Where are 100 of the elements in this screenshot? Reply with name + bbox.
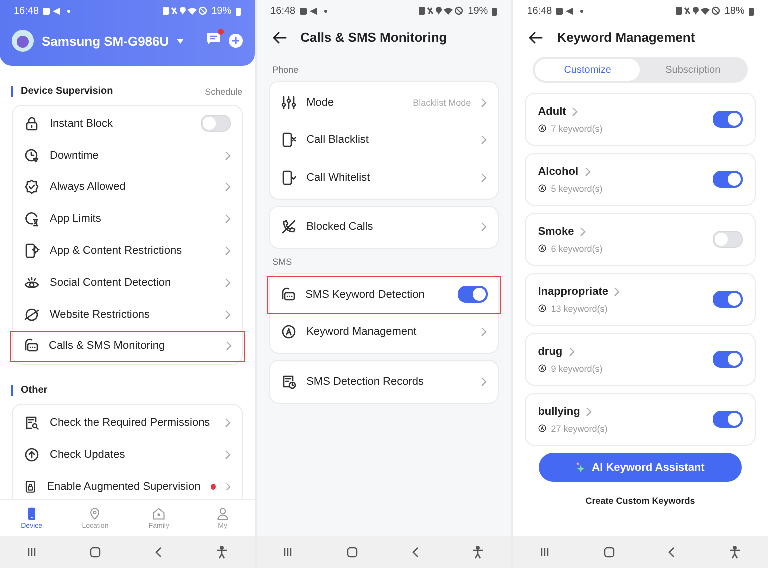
phone-gear-icon <box>24 243 40 260</box>
back-icon[interactable] <box>155 546 162 558</box>
category-name: Adult <box>538 106 566 118</box>
menu-row[interactable]: App Limits <box>13 203 242 236</box>
status-time: 16:48 <box>270 6 296 16</box>
accessibility-icon[interactable] <box>728 546 741 558</box>
keyword-count: 27 keyword(s) <box>551 424 608 434</box>
category-card[interactable]: bullying 27 keyword(s) <box>525 393 756 446</box>
location-pin-icon <box>88 506 102 520</box>
create-keywords-link[interactable]: Create Custom Keywords <box>580 495 702 507</box>
chevron-icon <box>614 286 620 296</box>
status-icons-drawing <box>162 6 208 16</box>
row-label: Check Updates <box>50 449 126 462</box>
category-card[interactable]: Smoke 6 keyword(s) <box>525 213 756 266</box>
battery-percent: 18% <box>724 6 745 16</box>
category-name: Alcohol <box>538 166 579 178</box>
menu-row[interactable]: Check the Required Permissions <box>13 407 242 440</box>
menu-row[interactable]: Social Content Detection <box>13 266 242 299</box>
segment-tab[interactable]: Customize <box>535 59 640 81</box>
keyword-count: 5 keyword(s) <box>551 184 603 194</box>
chevron-icon <box>224 150 231 161</box>
home-icon[interactable] <box>347 546 358 558</box>
letter-circle-icon <box>538 304 548 313</box>
toggle-switch[interactable] <box>712 111 743 128</box>
menu-row[interactable]: Call Whitelist <box>270 159 498 196</box>
menu-row[interactable]: Mode Blacklist Mode <box>270 84 498 122</box>
caret-icon[interactable] <box>177 38 184 44</box>
page-title: Keyword Management <box>557 30 696 45</box>
section-title: Device Supervision <box>11 86 114 97</box>
menu-row[interactable]: Always Allowed <box>13 172 242 204</box>
row-label: Website Restrictions <box>50 308 152 321</box>
row-label: App Limits <box>50 213 102 226</box>
category-name: Smoke <box>538 226 574 238</box>
avatar-icon[interactable] <box>12 30 34 52</box>
status-time: 16:48 <box>527 6 552 16</box>
recent-apps-icon[interactable] <box>26 547 37 557</box>
section-title: Other <box>11 385 48 396</box>
menu-row[interactable]: SMS Detection Records <box>270 363 498 400</box>
accessibility-icon[interactable] <box>216 546 228 558</box>
home-icon[interactable] <box>90 546 102 558</box>
person-icon <box>216 506 230 520</box>
chevron-icon <box>584 166 591 176</box>
chat-bubble-icon <box>280 286 296 303</box>
category-card[interactable]: Adult 7 keyword(s) <box>525 93 756 146</box>
back-icon[interactable] <box>668 546 676 558</box>
menu-row[interactable]: Check Updates <box>13 439 242 471</box>
toggle-switch[interactable] <box>712 411 743 428</box>
home-icon[interactable] <box>604 546 615 558</box>
chevron-icon <box>481 222 488 232</box>
chevron-icon <box>226 341 232 352</box>
letter-circle-icon <box>538 184 548 193</box>
toggle-switch[interactable] <box>712 291 743 308</box>
category-name: Inappropriate <box>538 286 608 298</box>
keyword-count: 13 keyword(s) <box>551 304 608 314</box>
back-arrow-icon[interactable] <box>529 32 544 44</box>
category-card[interactable]: Alcohol 5 keyword(s) <box>525 153 756 206</box>
menu-row[interactable]: SMS Keyword Detection <box>266 276 502 314</box>
menu-row[interactable]: Instant Block <box>13 108 242 140</box>
category-card[interactable]: drug 9 keyword(s) <box>525 333 756 386</box>
chevron-icon <box>224 310 231 320</box>
toggle-switch[interactable] <box>458 286 488 304</box>
menu-row[interactable]: Call Blacklist <box>270 122 498 159</box>
notification-icons-drawing <box>300 6 330 16</box>
mode-value: Blacklist Mode <box>413 98 472 108</box>
battery-percent: 19% <box>468 6 488 16</box>
menu-row[interactable]: Enable Augmented Supervision <box>13 470 242 499</box>
menu-row[interactable]: App & Content Restrictions <box>13 235 242 267</box>
back-arrow-icon[interactable] <box>272 32 287 44</box>
chevron-icon <box>224 418 231 428</box>
chevron-icon <box>226 482 231 492</box>
menu-row[interactable]: Keyword Management <box>270 314 498 351</box>
recent-apps-icon[interactable] <box>540 547 550 557</box>
menu-row[interactable]: Calls & SMS Monitoring <box>10 330 245 362</box>
schedule-link[interactable]: Schedule <box>205 86 243 96</box>
status-icons-drawing <box>418 6 464 16</box>
letter-circle-icon <box>280 324 297 340</box>
row-label: Social Content Detection <box>50 276 172 289</box>
toggle-switch[interactable] <box>712 351 743 368</box>
letter-circle-icon <box>538 124 548 133</box>
keyword-count: 7 keyword(s) <box>551 124 603 134</box>
menu-row[interactable]: Downtime <box>13 140 242 172</box>
check-badge-icon <box>24 179 40 196</box>
add-icon[interactable] <box>228 34 243 48</box>
chevron-icon <box>481 376 488 387</box>
house-icon <box>152 506 166 520</box>
row-label: SMS Keyword Detection <box>306 288 426 301</box>
recent-apps-icon[interactable] <box>283 547 294 557</box>
device-name[interactable]: Samsung SM-G986U <box>42 34 170 48</box>
eye-icon <box>24 274 40 291</box>
message-icon[interactable] <box>206 32 221 46</box>
back-icon[interactable] <box>412 546 419 558</box>
ai-assistant-button[interactable]: AI Keyword Assistant <box>539 453 742 482</box>
row-label: Call Whitelist <box>306 172 372 184</box>
category-card[interactable]: Inappropriate 13 keyword(s) <box>525 273 756 326</box>
toggle-switch[interactable] <box>712 171 743 188</box>
accessibility-icon[interactable] <box>472 546 484 558</box>
row-label: Always Allowed <box>50 181 127 194</box>
row-label: Blocked Calls <box>306 221 374 234</box>
menu-row[interactable]: Blocked Calls <box>270 208 498 246</box>
menu-row[interactable]: Website Restrictions <box>13 298 242 331</box>
